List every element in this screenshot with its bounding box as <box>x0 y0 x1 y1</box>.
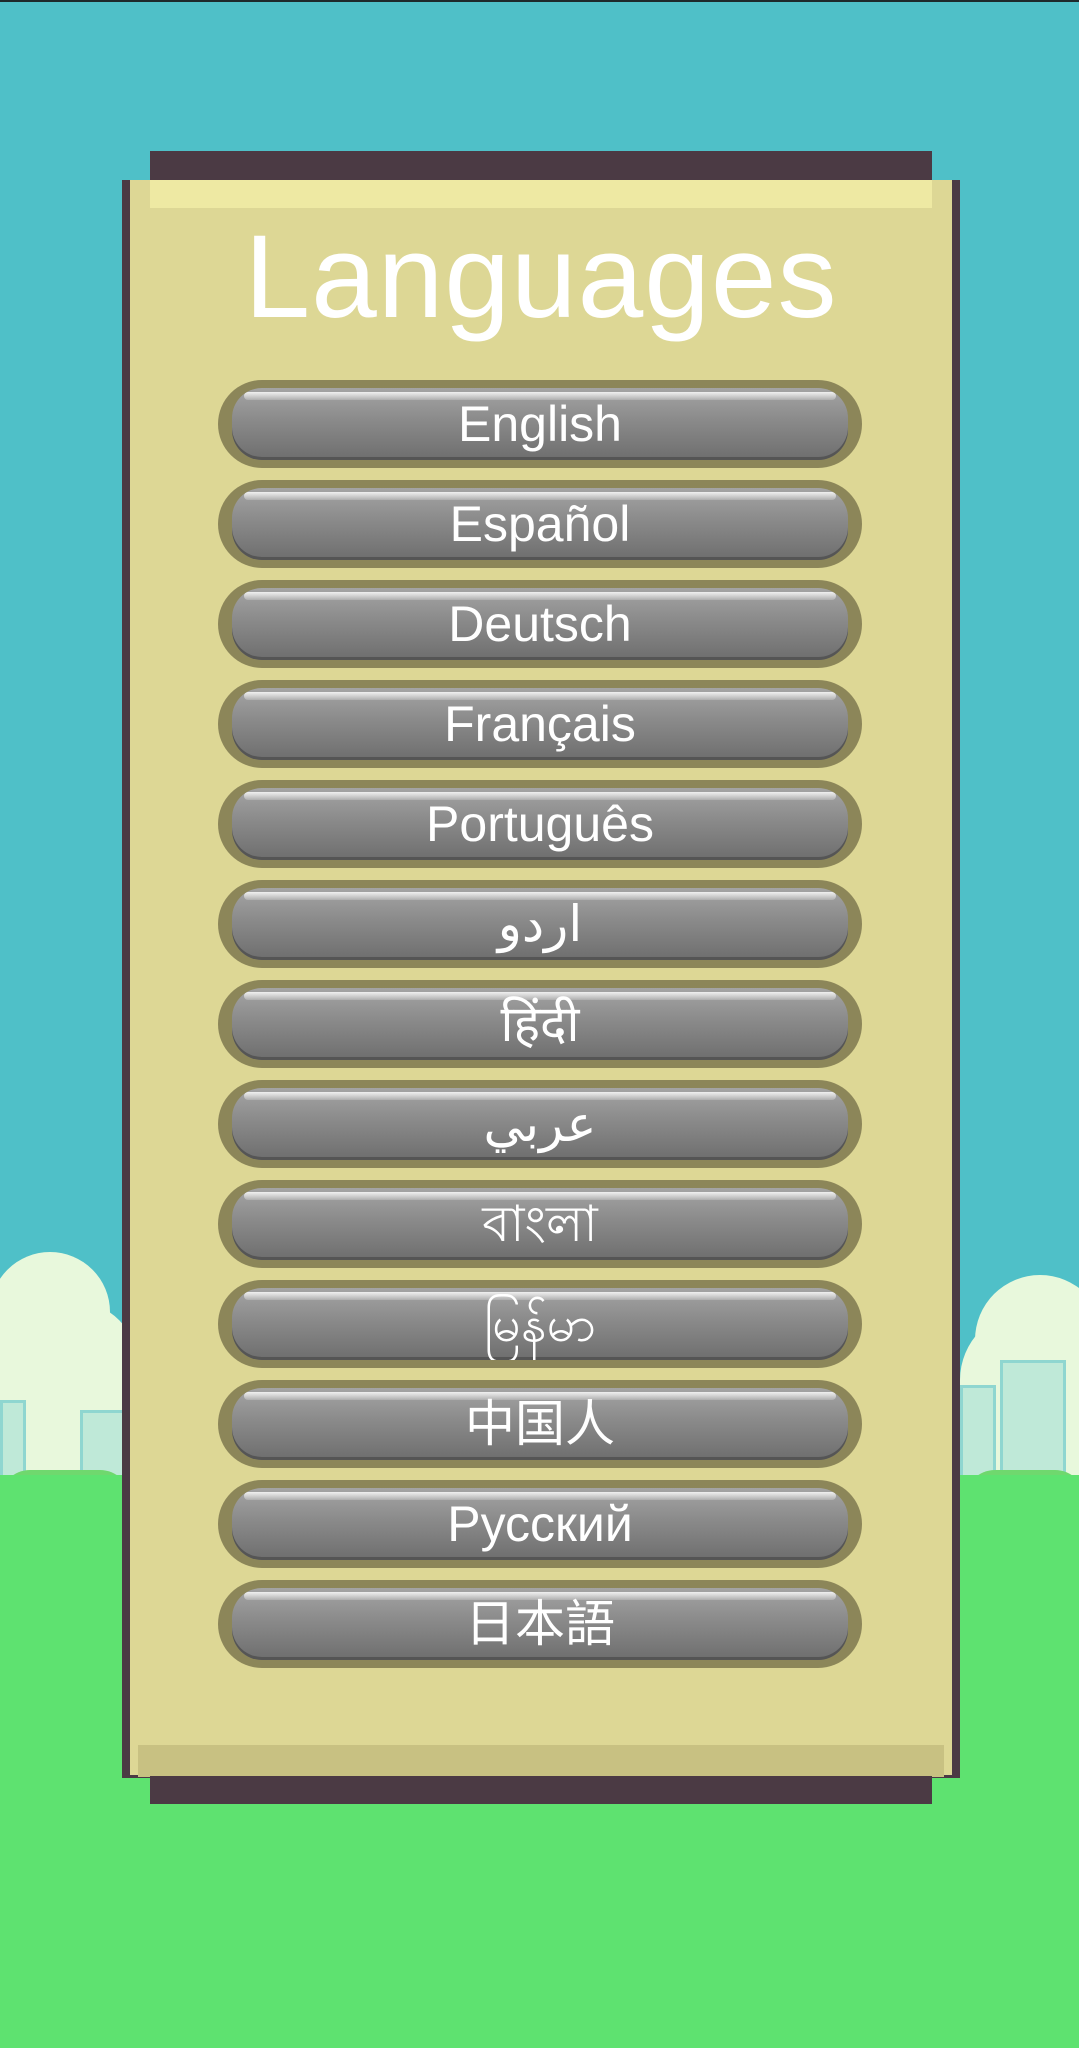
panel-top-highlight <box>150 180 932 208</box>
language-label: English <box>458 396 622 452</box>
language-button-english[interactable]: English <box>218 380 862 468</box>
panel-top-border <box>150 151 932 181</box>
language-label: မြန်မာ <box>484 1296 596 1352</box>
button-face: Español <box>232 488 848 560</box>
language-button-spanish[interactable]: Español <box>218 480 862 568</box>
button-face: မြန်မာ <box>232 1288 848 1360</box>
language-button-portuguese[interactable]: Português <box>218 780 862 868</box>
language-label: 中国人 <box>465 1396 615 1452</box>
button-face: বাংলা <box>232 1188 848 1260</box>
page-title: Languages <box>244 211 838 343</box>
button-face: Français <box>232 688 848 760</box>
button-face: Русский <box>232 1488 848 1560</box>
language-button-bengali[interactable]: বাংলা <box>218 1180 862 1268</box>
language-button-chinese[interactable]: 中国人 <box>218 1380 862 1468</box>
language-button-urdu[interactable]: اردو <box>218 880 862 968</box>
language-button-hindi[interactable]: हिंदी <box>218 980 862 1068</box>
language-button-german[interactable]: Deutsch <box>218 580 862 668</box>
language-label: हिंदी <box>500 996 580 1052</box>
language-button-french[interactable]: Français <box>218 680 862 768</box>
language-button-burmese[interactable]: မြန်မာ <box>218 1280 862 1368</box>
button-face: 日本語 <box>232 1588 848 1660</box>
language-button-arabic[interactable]: عربي <box>218 1080 862 1168</box>
language-label: Deutsch <box>448 596 632 652</box>
language-label: বাংলা <box>482 1196 598 1252</box>
button-face: 中国人 <box>232 1388 848 1460</box>
panel-bottom-shade <box>138 1745 944 1777</box>
language-list: English Español Deutsch Français Portugu… <box>218 380 862 1680</box>
language-label: Español <box>449 496 631 552</box>
language-button-japanese[interactable]: 日本語 <box>218 1580 862 1668</box>
button-face: عربي <box>232 1088 848 1160</box>
button-face: English <box>232 388 848 460</box>
building-decoration <box>1000 1360 1066 1486</box>
language-label: اردو <box>497 896 583 952</box>
button-face: Português <box>232 788 848 860</box>
status-strip <box>0 0 1079 2</box>
language-label: Português <box>426 796 654 852</box>
button-face: हिंदी <box>232 988 848 1060</box>
panel-bottom-border <box>150 1776 932 1804</box>
language-button-russian[interactable]: Русский <box>218 1480 862 1568</box>
game-background: Languages English Español Deutsch França… <box>0 0 1079 2048</box>
language-label: عربي <box>483 1096 597 1152</box>
button-face: اردو <box>232 888 848 960</box>
language-label: 日本語 <box>465 1596 615 1652</box>
language-label: Русский <box>447 1496 633 1552</box>
language-label: Français <box>444 696 636 752</box>
button-face: Deutsch <box>232 588 848 660</box>
